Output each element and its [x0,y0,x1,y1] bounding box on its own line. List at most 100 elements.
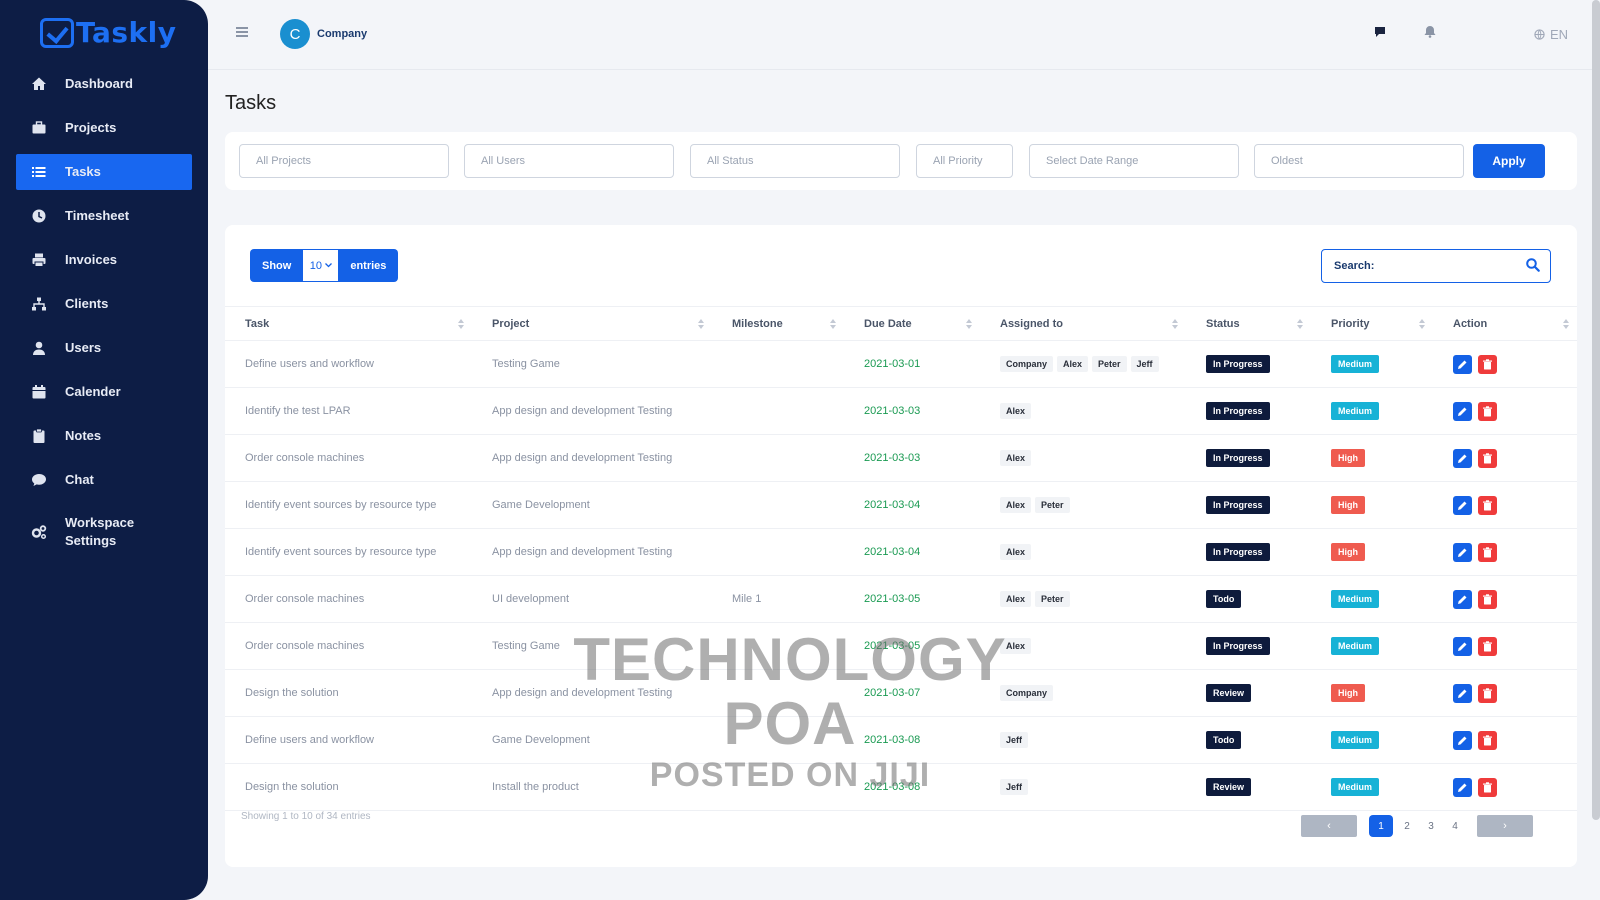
page-3-button[interactable]: 3 [1419,815,1443,837]
status-cell: Todo [1186,575,1311,623]
task-cell[interactable]: Identify the test LPAR [225,387,472,435]
due-date-cell: 2021-03-01 [844,340,980,388]
status-filter[interactable]: All Status [690,144,900,178]
page-scrollbar[interactable] [1592,0,1600,820]
sidebar-item-label: Projects [65,120,117,135]
taskly-logo[interactable]: Taskly [40,16,177,49]
previous-page-button[interactable]: ‹ [1301,815,1357,837]
task-cell[interactable]: Order console machines [225,575,472,623]
edit-button[interactable] [1453,683,1472,703]
project-cell: App design and development Testing [472,669,712,717]
edit-button[interactable] [1453,448,1472,468]
projects-filter[interactable]: All Projects [239,144,449,178]
column-header-project[interactable]: Project [472,306,712,341]
edit-button[interactable] [1453,589,1472,609]
action-cell [1433,528,1577,576]
edit-button[interactable] [1453,542,1472,562]
sort-select[interactable]: Oldest [1254,144,1464,178]
action-cell [1433,340,1577,388]
priority-badge: High [1331,496,1365,514]
sidebar-item-notes[interactable]: Notes [16,418,192,454]
task-cell[interactable]: Design the solution [225,763,472,811]
bell-icon[interactable] [1424,25,1436,43]
delete-button[interactable] [1478,730,1497,750]
priority-filter[interactable]: All Priority [916,144,1013,178]
delete-button[interactable] [1478,542,1497,562]
calendar-icon [31,384,47,400]
sidebar-item-users[interactable]: Users [16,330,192,366]
due-date-cell: 2021-03-05 [844,622,980,670]
column-header-due-date[interactable]: Due Date [844,306,980,341]
users-filter[interactable]: All Users [464,144,674,178]
sidebar-item-projects[interactable]: Projects [16,110,192,146]
task-cell[interactable]: Identify event sources by resource type [225,528,472,576]
column-header-milestone[interactable]: Milestone [712,306,844,341]
project-cell: UI development [472,575,712,623]
sort-icon [458,319,464,329]
entries-value: 10 [309,259,322,272]
delete-button[interactable] [1478,777,1497,797]
edit-button[interactable] [1453,636,1472,656]
search-input[interactable]: Search: [1321,249,1551,283]
delete-button[interactable] [1478,354,1497,374]
delete-button[interactable] [1478,589,1497,609]
sidebar-item-tasks[interactable]: Tasks [16,154,192,190]
edit-button[interactable] [1453,401,1472,421]
sidebar-item-workspace-settings[interactable]: Workspace Settings [16,506,192,558]
delete-button[interactable] [1478,401,1497,421]
assignee-tag: Alex [1000,497,1032,513]
language-selector[interactable]: EN [1534,27,1568,42]
task-cell[interactable]: Define users and workflow [225,716,472,764]
apply-button[interactable]: Apply [1473,144,1545,178]
assignee-tag: Jeff [1000,779,1029,795]
column-header-action[interactable]: Action [1433,306,1577,341]
company-switcher[interactable]: Company [317,28,367,40]
delete-button[interactable] [1478,448,1497,468]
company-avatar[interactable]: C [280,19,310,49]
delete-button[interactable] [1478,683,1497,703]
sidebar-item-invoices[interactable]: Invoices [16,242,192,278]
page-1-button[interactable]: 1 [1369,815,1393,837]
assigned-cell: Company Alex Peter Jeff [980,340,1186,388]
task-cell[interactable]: Design the solution [225,669,472,717]
sidebar-item-timesheet[interactable]: Timesheet [16,198,192,234]
status-badge: Todo [1206,590,1242,608]
assigned-cell: Jeff [980,763,1186,811]
chat-icon[interactable] [1374,25,1386,43]
column-header-assigned-to[interactable]: Assigned to [980,306,1186,341]
milestone-cell [712,434,844,482]
task-cell[interactable]: Order console machines [225,434,472,482]
edit-button[interactable] [1453,354,1472,374]
task-cell[interactable]: Define users and workflow [225,340,472,388]
page-4-button[interactable]: 4 [1443,815,1467,837]
sidebar-item-dashboard[interactable]: Dashboard [16,66,192,102]
status-cell: In Progress [1186,340,1311,388]
date-range-input[interactable]: Select Date Range [1029,144,1239,178]
next-page-button[interactable]: › [1477,815,1533,837]
priority-badge: Medium [1331,355,1380,373]
column-header-label: Milestone [732,317,783,330]
entries-select[interactable]: 10 [303,250,339,281]
status-badge: In Progress [1206,402,1270,420]
page-2-button[interactable]: 2 [1395,815,1419,837]
edit-button[interactable] [1453,777,1472,797]
column-header-status[interactable]: Status [1186,306,1311,341]
menu-toggle-icon[interactable] [236,27,248,37]
delete-button[interactable] [1478,636,1497,656]
assignee-tag: Company [1000,356,1054,372]
column-header-task[interactable]: Task [225,306,472,341]
sidebar-item-label: Chat [65,472,94,487]
search-icon[interactable] [1526,258,1540,272]
task-cell[interactable]: Identify event sources by resource type [225,481,472,529]
sidebar-item-clients[interactable]: Clients [16,286,192,322]
task-cell[interactable]: Order console machines [225,622,472,670]
column-header-priority[interactable]: Priority [1311,306,1433,341]
delete-button[interactable] [1478,495,1497,515]
status-cell: In Progress [1186,528,1311,576]
edit-button[interactable] [1453,495,1472,515]
edit-button[interactable] [1453,730,1472,750]
sidebar-item-calender[interactable]: Calender [16,374,192,410]
action-cell [1433,575,1577,623]
sidebar-item-chat[interactable]: Chat [16,462,192,498]
due-date-cell: 2021-03-08 [844,716,980,764]
